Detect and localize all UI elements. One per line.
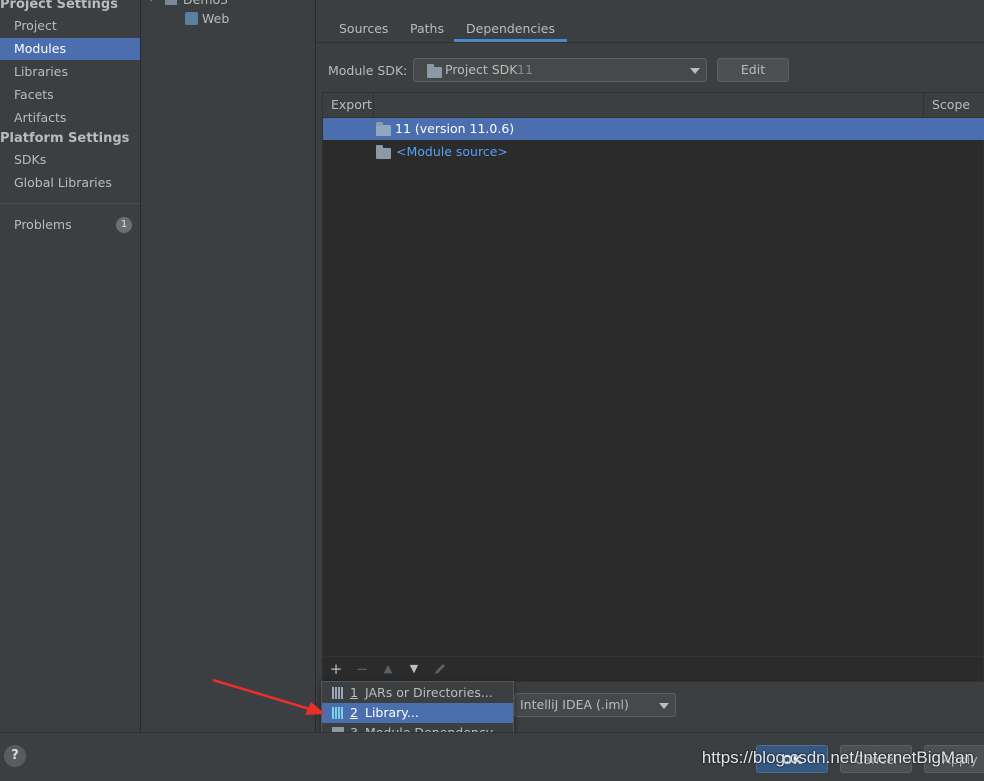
storage-format-value: IntelliJ IDEA (.iml) xyxy=(520,697,629,712)
remove-dependency-button[interactable]: − xyxy=(354,660,370,678)
library-icon xyxy=(332,707,344,719)
chevron-down-icon xyxy=(690,68,700,74)
module-sdk-dropdown[interactable]: Project SDK 11 xyxy=(413,58,707,82)
dependencies-storage-format-dropdown[interactable]: IntelliJ IDEA (.iml) xyxy=(514,693,676,717)
dependencies-table: Export Scope 11 (version 11.0.6) <Module… xyxy=(322,92,984,682)
settings-nav: Project Settings Project Modules Librari… xyxy=(0,0,141,732)
module-sdk-version: 11 xyxy=(517,62,533,77)
tab-sources[interactable]: Sources xyxy=(327,18,400,42)
nav-item-modules[interactable]: Modules xyxy=(0,38,140,60)
module-sdk-label: Module SDK: xyxy=(328,63,408,78)
jar-icon xyxy=(332,687,344,699)
menu-item-label: JARs or Directories... xyxy=(365,685,493,700)
tab-paths[interactable]: Paths xyxy=(398,18,456,42)
source-folder-icon xyxy=(376,145,391,159)
pencil-icon[interactable] xyxy=(432,660,448,678)
module-tree: ▾ Demo3 Web xyxy=(141,0,316,732)
toolbar-divider xyxy=(323,656,983,657)
web-facet-icon xyxy=(185,12,198,25)
nav-item-artifacts[interactable]: Artifacts xyxy=(0,107,140,129)
nav-item-project[interactable]: Project xyxy=(0,15,140,37)
menu-item-library[interactable]: 2 Library... xyxy=(322,703,513,723)
sdk-folder-icon xyxy=(427,64,442,78)
column-divider xyxy=(373,93,374,117)
column-header-export[interactable]: Export xyxy=(331,93,372,117)
menu-item-jars-or-directories[interactable]: 1 JARs or Directories... xyxy=(322,683,513,703)
nav-item-global-libraries[interactable]: Global Libraries xyxy=(0,172,140,194)
problems-label: Problems xyxy=(14,217,72,232)
column-divider xyxy=(923,93,924,117)
move-up-button[interactable]: ▲ xyxy=(380,660,396,678)
dependency-name: <Module source> xyxy=(396,144,508,159)
nav-item-facets[interactable]: Facets xyxy=(0,84,140,106)
tab-divider xyxy=(316,42,984,43)
tab-dependencies[interactable]: Dependencies xyxy=(454,18,567,42)
web-facet-label: Web xyxy=(202,11,230,26)
menu-item-number: 1 xyxy=(350,685,358,700)
sdk-folder-icon xyxy=(376,122,391,136)
edit-sdk-button[interactable]: Edit xyxy=(717,58,789,82)
menu-item-number: 2 xyxy=(350,705,358,720)
chevron-down-icon[interactable]: ▾ xyxy=(149,0,154,10)
table-row[interactable]: <Module source> xyxy=(323,141,984,163)
menu-item-label: Library... xyxy=(365,705,419,720)
nav-item-libraries[interactable]: Libraries xyxy=(0,61,140,83)
chevron-down-icon xyxy=(659,703,669,709)
column-header-scope[interactable]: Scope xyxy=(932,93,970,117)
dependency-name: 11 (version 11.0.6) xyxy=(395,121,515,136)
table-header: Export Scope xyxy=(323,93,984,118)
table-row[interactable]: 11 (version 11.0.6) xyxy=(323,118,984,140)
red-arrow-annotation-icon xyxy=(212,678,325,715)
help-button[interactable]: ? xyxy=(4,745,26,767)
nav-item-sdks[interactable]: SDKs xyxy=(0,149,140,171)
module-icon xyxy=(165,0,177,5)
nav-header-platform-settings: Platform Settings xyxy=(0,131,130,146)
move-down-button[interactable]: ▼ xyxy=(406,660,422,678)
add-dependency-button[interactable]: + xyxy=(328,660,344,678)
watermark-text: https://blog.csdn.net/InternetBigMan xyxy=(701,748,974,767)
nav-header-project-settings: Project Settings xyxy=(0,0,118,12)
nav-item-problems[interactable]: Problems 1 xyxy=(0,214,140,236)
nav-divider xyxy=(0,203,140,204)
module-sdk-value: Project SDK xyxy=(445,62,518,77)
problems-count-badge: 1 xyxy=(116,217,132,233)
